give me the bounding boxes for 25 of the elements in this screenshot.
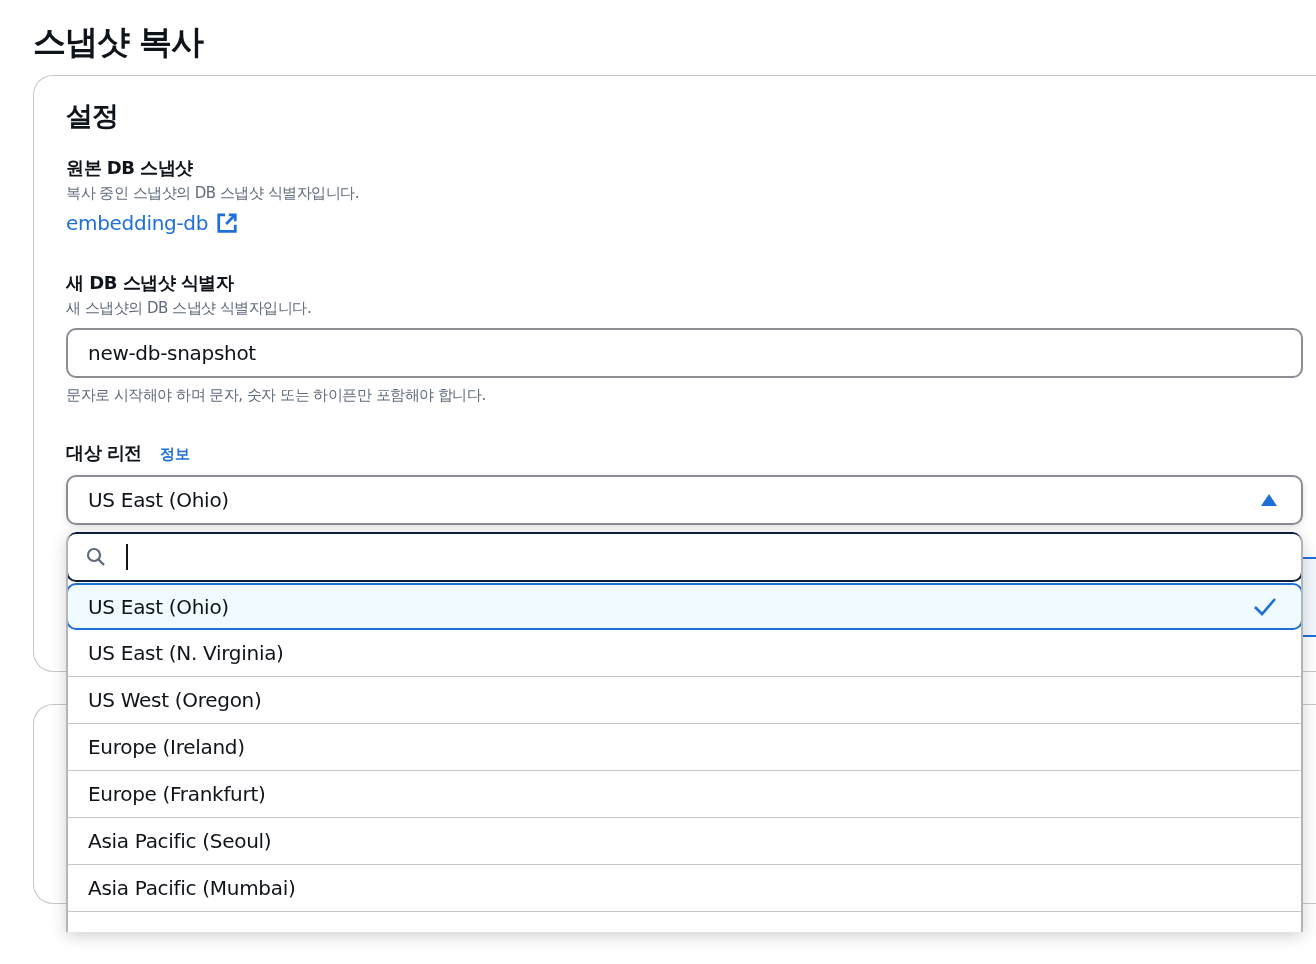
- page-title: 스냅샷 복사: [33, 21, 205, 63]
- dropdown-option[interactable]: Asia Pacific (Mumbai): [68, 865, 1301, 912]
- snapshot-link[interactable]: embedding-db: [66, 211, 239, 235]
- field-label: 대상 리전: [66, 441, 142, 465]
- external-link-icon: [216, 212, 239, 234]
- caret-up-icon: [1261, 494, 1277, 506]
- field-label: 새 DB 스냅샷 식별자: [66, 271, 235, 295]
- field-label: 원본 DB 스냅샷: [66, 156, 194, 180]
- field-description: 새 스냅샷의 DB 스냅샷 식별자입니다.: [66, 299, 313, 318]
- dropdown-option[interactable]: Europe (Frankfurt): [68, 771, 1301, 818]
- dropdown-option[interactable]: Asia Pacific (Seoul): [68, 818, 1301, 865]
- text-cursor: [126, 544, 128, 570]
- section-heading: 설정: [66, 99, 119, 133]
- region-select[interactable]: US East (Ohio): [66, 475, 1303, 525]
- field-description: 복사 중인 스냅샷의 DB 스냅샷 식별자입니다.: [66, 184, 360, 203]
- input-field[interactable]: new-db-snapshot: [66, 328, 1303, 378]
- checkmark-icon: [1253, 596, 1277, 617]
- search-icon: [86, 547, 106, 567]
- dropdown-option[interactable]: US East (Ohio): [68, 583, 1301, 630]
- info-link[interactable]: 정보: [159, 445, 190, 464]
- search-field[interactable]: [68, 532, 1301, 582]
- dropdown-option[interactable]: US East (N. Virginia): [68, 630, 1301, 677]
- field-hint: 문자로 시작해야 하며 문자, 숫자 또는 하이픈만 포함해야 합니다.: [66, 386, 487, 405]
- dropdown-option[interactable]: US West (Oregon): [68, 677, 1301, 724]
- dropdown-option[interactable]: Europe (Ireland): [68, 724, 1301, 771]
